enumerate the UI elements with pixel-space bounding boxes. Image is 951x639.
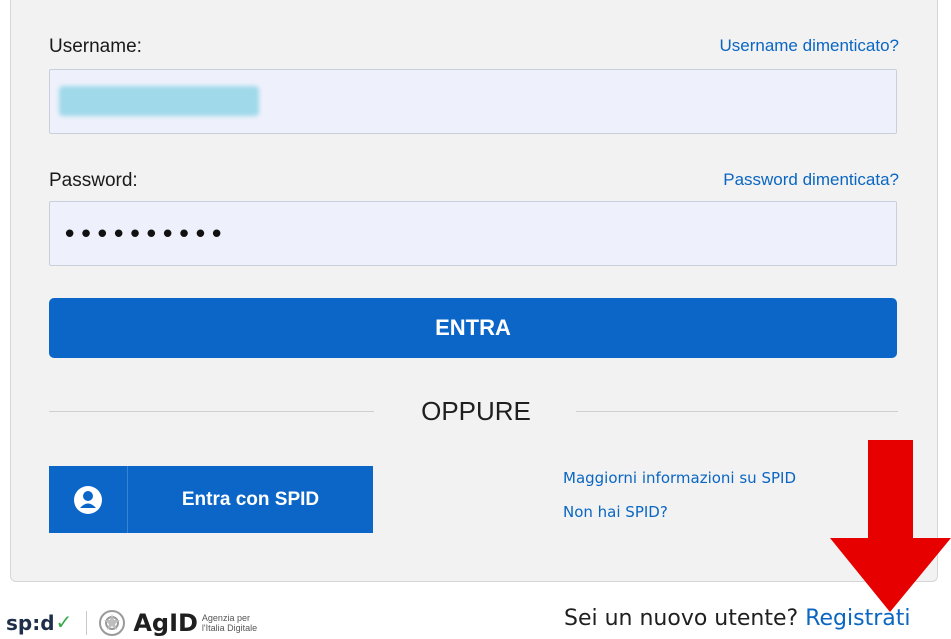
username-input[interactable]: [49, 69, 897, 134]
password-forgot-link[interactable]: Password dimenticata?: [723, 170, 899, 190]
register-prompt-text: Sei un nuovo utente?: [564, 606, 799, 631]
logo-separator: [86, 610, 88, 635]
divider-right: [576, 411, 898, 412]
divider-left: [49, 411, 374, 412]
agid-emblem-icon: [99, 609, 126, 636]
spid-button-label: Entra con SPID: [181, 488, 320, 510]
red-arrow-annotation-icon: [830, 440, 951, 612]
password-label: Password:: [49, 170, 138, 191]
spid-check-icon: ✓: [55, 612, 73, 634]
spid-user-icon: [49, 466, 128, 533]
spid-login-button[interactable]: Entra con SPID: [49, 466, 373, 533]
redacted-username: [59, 86, 259, 116]
username-forgot-link[interactable]: Username dimenticato?: [719, 36, 899, 56]
spid-logo: sp:d: [6, 610, 55, 635]
password-input[interactable]: ••••••••••: [49, 201, 897, 266]
oppure-label: OPPURE: [421, 396, 531, 426]
footer-logos: sp:d ✓ AgID Agenzia per l'Italia Digital…: [0, 606, 272, 639]
spid-more-info-link[interactable]: Maggiorni informazioni su SPID: [563, 469, 796, 487]
password-masked-value: ••••••••••: [62, 220, 226, 250]
agid-subtitle: Agenzia per l'Italia Digitale: [201, 612, 258, 633]
entra-button[interactable]: ENTRA: [49, 298, 897, 358]
agid-logo: AgID: [133, 608, 198, 637]
no-spid-link[interactable]: Non hai SPID?: [563, 503, 668, 521]
username-label: Username:: [49, 36, 142, 57]
